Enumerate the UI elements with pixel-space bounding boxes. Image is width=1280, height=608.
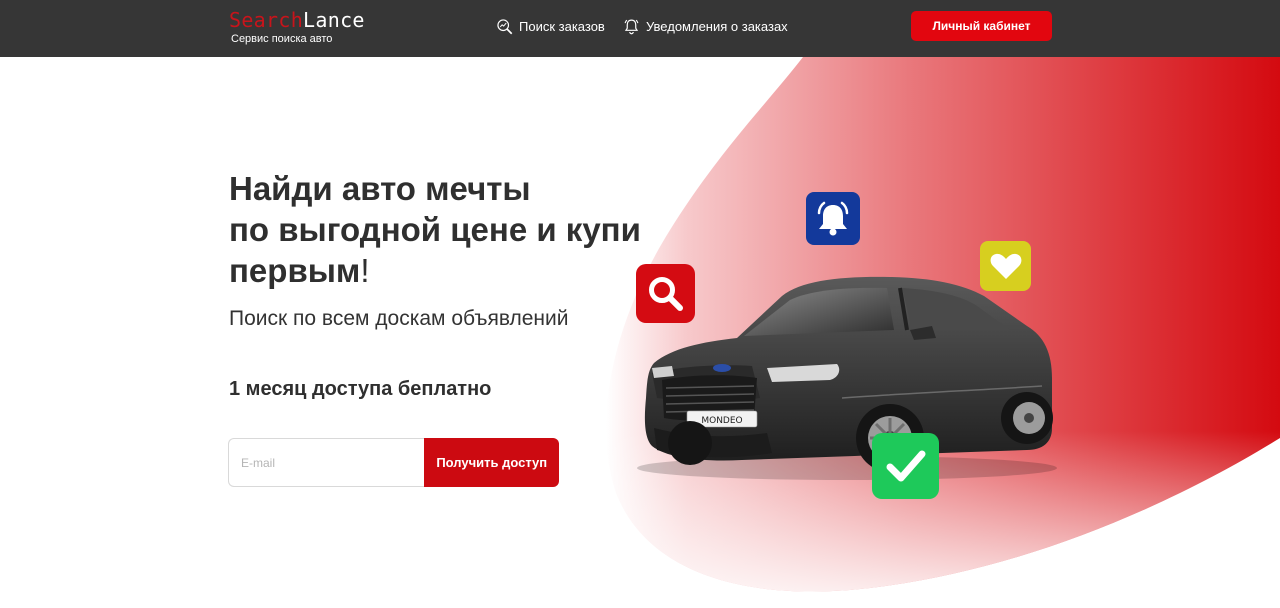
- search-chart-icon: [497, 18, 513, 34]
- nav-order-notifications[interactable]: Уведомления о заказах: [623, 15, 788, 37]
- nav-notify-label: Уведомления о заказах: [646, 18, 788, 34]
- nav-search-orders[interactable]: Поиск заказов: [496, 15, 605, 37]
- favorite-badge: [980, 241, 1031, 291]
- headline-exclamation: !: [360, 252, 370, 289]
- get-access-button[interactable]: Получить доступ: [424, 438, 559, 487]
- email-input[interactable]: [228, 438, 425, 487]
- site-header: SearchLance Сервис поиска авто Поиск зак…: [0, 0, 1280, 57]
- search-badge: [636, 264, 695, 323]
- logo-part-search: Search: [229, 8, 304, 32]
- logo-tagline: Сервис поиска авто: [231, 33, 333, 45]
- logo-part-lance: Lance: [303, 8, 365, 32]
- logo-title: SearchLance: [229, 9, 365, 31]
- logo[interactable]: SearchLance Сервис поиска авто: [229, 9, 365, 45]
- notification-badge: [806, 192, 860, 245]
- heart-icon: [990, 253, 1021, 279]
- nav-search-label: Поиск заказов: [519, 18, 605, 34]
- success-badge: [872, 433, 939, 499]
- bell-icon: [817, 201, 849, 235]
- headline-line-2: по выгодной цене и купи: [229, 211, 641, 248]
- hero-subheading: Поиск по всем доскам объявлений: [229, 307, 569, 330]
- license-plate-text: MONDEO: [701, 416, 742, 426]
- bell-icon: [624, 19, 639, 34]
- headline-line-1: Найди авто мечты: [229, 170, 531, 207]
- free-month-offer: 1 месяц доступа беплатно: [229, 378, 492, 400]
- access-form: Получить доступ: [228, 438, 559, 487]
- search-icon: [648, 276, 683, 311]
- check-icon: [886, 450, 925, 482]
- headline-line-3: первым!: [229, 250, 641, 291]
- hero-headline: Найди авто мечты по выгодной цене и купи…: [229, 168, 641, 291]
- car-image: MONDEO: [637, 276, 1057, 480]
- headline-line-3-text: первым: [229, 252, 361, 289]
- personal-account-button[interactable]: Личный кабинет: [911, 11, 1052, 41]
